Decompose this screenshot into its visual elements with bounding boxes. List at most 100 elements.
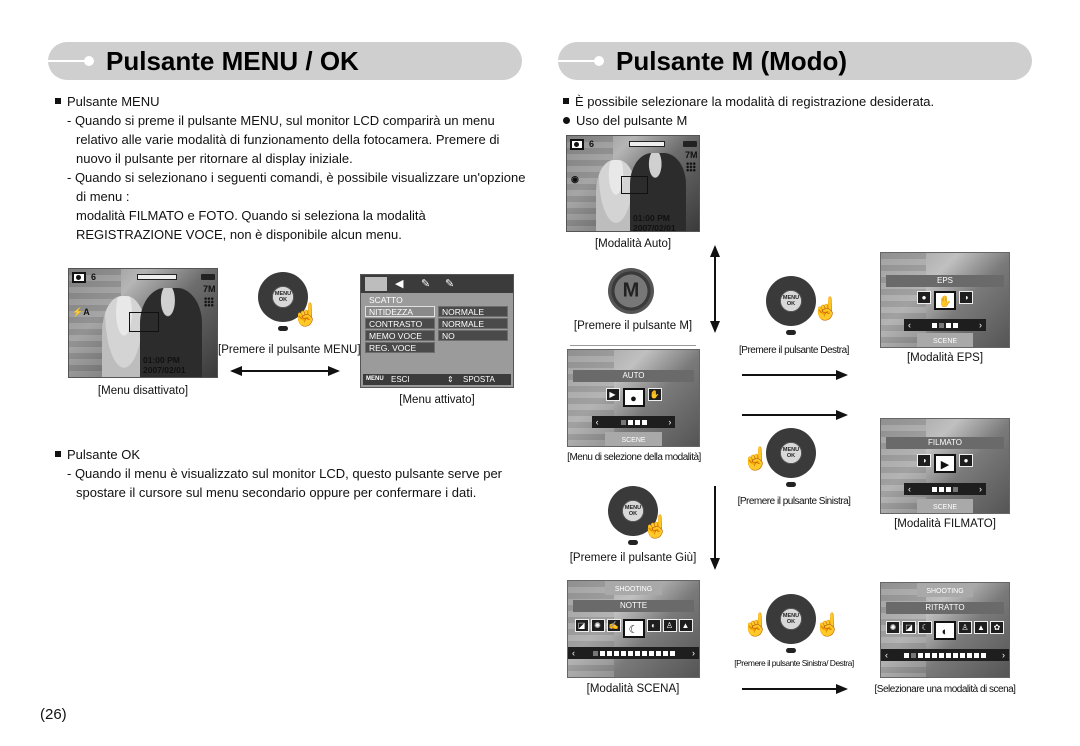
backlight-scene-icon[interactable]: ◪ bbox=[574, 619, 589, 632]
nav-left-icon[interactable]: ‹ bbox=[908, 484, 911, 494]
camera-dial-left-right[interactable]: MENU OK bbox=[766, 594, 816, 644]
landscape-scene-icon[interactable]: ▲ bbox=[974, 621, 988, 634]
ok-section-title: Pulsante OK bbox=[55, 445, 140, 464]
caption-movie-mode: [Modalità FILMATO] bbox=[894, 518, 996, 530]
pointing-hand-icon: ☝ bbox=[292, 302, 320, 327]
shooting-tab[interactable]: SHOOTING bbox=[916, 583, 974, 597]
menu-line-5: di menu : bbox=[76, 189, 130, 204]
square-bullet-icon bbox=[563, 98, 569, 104]
updown-key-icon: ⇕ bbox=[447, 375, 454, 384]
scene-tab[interactable]: SCENE bbox=[604, 432, 663, 446]
tab-sound-icon[interactable]: ◀ bbox=[395, 277, 403, 290]
nav-right-icon[interactable]: › bbox=[979, 484, 982, 494]
time-readout: 01:00 PM bbox=[143, 355, 180, 365]
backlight-scene-icon[interactable]: ◪ bbox=[902, 621, 916, 634]
dial-indicator bbox=[786, 330, 796, 335]
date-readout: 2007/02/01 bbox=[633, 223, 676, 232]
page-number: (26) bbox=[40, 706, 67, 723]
header-dot-decoration bbox=[84, 56, 94, 66]
closeup-scene-icon[interactable]: ✿ bbox=[990, 621, 1004, 634]
nav-right-icon[interactable]: › bbox=[692, 648, 695, 658]
camera-dial-left[interactable]: MENU OK bbox=[766, 428, 816, 478]
auto-mode-icon[interactable]: ● bbox=[622, 388, 645, 407]
tab-setup2-icon[interactable]: ✎ bbox=[445, 277, 454, 290]
eps-mode-icon[interactable]: ✋ bbox=[934, 291, 956, 310]
scene-tab[interactable]: SCENE bbox=[916, 333, 974, 347]
scene-tab[interactable]: SCENE bbox=[916, 499, 974, 513]
program-mode-icon[interactable]: ◑ bbox=[917, 454, 931, 467]
section-title: Pulsante M (Modo) bbox=[616, 46, 848, 76]
round-bullet-icon bbox=[563, 117, 570, 124]
nav-left-icon[interactable]: ‹ bbox=[596, 417, 599, 427]
right-arrow-icon bbox=[742, 684, 848, 694]
caption-scene-mode: [Modalità SCENA] bbox=[586, 683, 680, 695]
eps-title-band: EPS bbox=[886, 275, 1004, 287]
m-mode-button[interactable]: M bbox=[608, 268, 654, 314]
caption-select-scene: [Selezionare una modalità di scena] bbox=[874, 684, 1016, 695]
dial-indicator bbox=[786, 482, 796, 487]
nav-left-icon[interactable]: ‹ bbox=[908, 320, 911, 330]
shots-remaining: 6 bbox=[91, 272, 97, 282]
menu-item-contrasto[interactable]: CONTRASTO bbox=[365, 318, 435, 329]
text-scene-icon[interactable]: ✍ bbox=[606, 619, 621, 632]
night-scene-icon[interactable]: ☾ bbox=[918, 621, 932, 634]
scene-navigator: ‹ › bbox=[568, 647, 699, 659]
mode-navigator: ‹ › bbox=[591, 416, 676, 428]
tab-camera-icon[interactable] bbox=[365, 277, 387, 291]
eps-mode-icon[interactable]: ✋ bbox=[647, 388, 662, 401]
caption-press-down: [Premere il pulsante Giù] bbox=[569, 552, 697, 564]
shooting-tab[interactable]: SHOOTING bbox=[604, 581, 663, 595]
fireworks-scene-icon[interactable]: ✺ bbox=[590, 619, 605, 632]
time-readout: 01:00 PM bbox=[633, 213, 670, 223]
auto-mode-icon[interactable]: ● bbox=[917, 291, 931, 304]
intro-line: È possibile selezionare la modalità di r… bbox=[563, 92, 934, 111]
mode-selection-screen: AUTO ▶ ● ✋ ‹ › SCENE bbox=[567, 349, 700, 447]
camera-dial-right[interactable]: MENU OK bbox=[766, 276, 816, 326]
section-title: Pulsante MENU / OK bbox=[106, 46, 359, 76]
camera-mode-icon bbox=[72, 272, 86, 283]
tab-setup1-icon[interactable]: ✎ bbox=[421, 277, 430, 290]
menu-key-label: MENU bbox=[366, 376, 384, 382]
lcd-menu-on: ◀ ✎ ✎ SCATTO NITIDEZZA NORMALE CONTRASTO… bbox=[360, 274, 514, 388]
pointing-hand-icon: ☝ bbox=[742, 612, 770, 637]
auto-mode-icon[interactable]: ● bbox=[959, 454, 973, 467]
landscape-scene-icon[interactable]: ▲ bbox=[678, 619, 693, 632]
right-arrow-icon bbox=[742, 370, 848, 380]
pointing-hand-icon: ☝ bbox=[814, 612, 842, 637]
caption-eps-mode: [Modalità EPS] bbox=[906, 352, 984, 364]
portrait-scene-icon[interactable]: ◐ bbox=[646, 619, 661, 632]
movie-mode-icon[interactable]: ▶ bbox=[934, 454, 956, 473]
night-scene-icon[interactable]: ☾ bbox=[622, 619, 645, 638]
program-mode-icon[interactable]: ◑ bbox=[959, 291, 973, 304]
red-eye-icon: ◉ bbox=[571, 174, 579, 184]
caption-press-right: [Premere il pulsante Destra] bbox=[739, 345, 849, 356]
battery-icon bbox=[201, 274, 215, 280]
menu-line-2: relativo alle varie modalità di funziona… bbox=[76, 132, 500, 147]
mode-title-band: AUTO bbox=[573, 370, 694, 382]
nav-right-icon[interactable]: › bbox=[1002, 650, 1005, 660]
menu-item-reg-voce[interactable]: REG. VOCE bbox=[365, 342, 435, 353]
caption-press-m: [Premere il pulsante M] bbox=[573, 320, 693, 332]
portrait-scene-icon[interactable]: ◐ bbox=[934, 621, 956, 640]
nav-left-icon[interactable]: ‹ bbox=[885, 650, 888, 660]
menu-line-1: - Quando si preme il pulsante MENU, sul … bbox=[67, 113, 495, 128]
fireworks-scene-icon[interactable]: ✺ bbox=[886, 621, 900, 634]
pointing-hand-icon: ☝ bbox=[742, 446, 770, 471]
menu-item-memo-voce[interactable]: MEMO VOCE bbox=[365, 330, 435, 341]
double-arrow-icon bbox=[230, 366, 340, 376]
caption-menu-off: [Menu disattivato] bbox=[97, 385, 189, 397]
children-scene-icon[interactable]: ♙ bbox=[958, 621, 972, 634]
movie-mode-icon[interactable]: ▶ bbox=[605, 388, 620, 401]
nav-left-icon[interactable]: ‹ bbox=[572, 648, 575, 658]
menu-item-nitidezza[interactable]: NITIDEZZA bbox=[365, 306, 435, 317]
nav-right-icon[interactable]: › bbox=[979, 320, 982, 330]
menu-line-3: nuovo il pulsante per ritornare al displ… bbox=[76, 151, 353, 166]
caption-auto-mode: [Modalità Auto] bbox=[594, 238, 672, 250]
children-scene-icon[interactable]: ♙ bbox=[662, 619, 677, 632]
nav-right-icon[interactable]: › bbox=[668, 417, 671, 427]
header-dot-decoration bbox=[594, 56, 604, 66]
caption-press-menu: [Premere il pulsante MENU] bbox=[218, 344, 361, 356]
sub-heading: Uso del pulsante M bbox=[563, 111, 687, 130]
section-header-menu-ok: Pulsante MENU / OK bbox=[48, 42, 522, 80]
right-arrow-icon bbox=[742, 410, 848, 420]
